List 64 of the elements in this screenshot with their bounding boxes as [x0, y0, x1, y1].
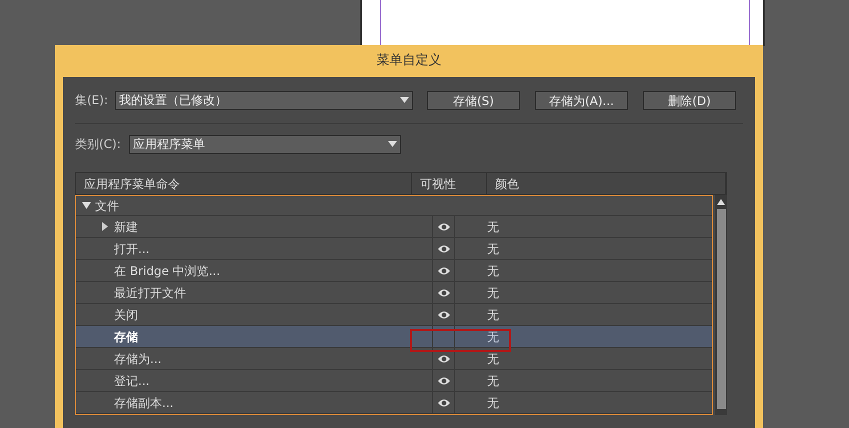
- eye-icon: [436, 222, 450, 232]
- dropdown-caret-icon: [400, 97, 409, 103]
- category-label: 类别(C):: [75, 136, 122, 153]
- menu-command-row[interactable]: 最近打开文件 无: [76, 282, 712, 304]
- visibility-cell[interactable]: [432, 370, 455, 391]
- visibility-cell[interactable]: [432, 348, 455, 369]
- visibility-cell[interactable]: [432, 282, 455, 303]
- dropdown-caret-icon: [388, 141, 397, 147]
- menu-command-row[interactable]: 登记... 无: [76, 370, 712, 392]
- visibility-cell[interactable]: [432, 216, 455, 237]
- category-dropdown[interactable]: 应用程序菜单: [129, 134, 401, 154]
- command-name: 存储副本...: [114, 394, 174, 412]
- visibility-cell[interactable]: [432, 326, 455, 347]
- command-name: 新建: [114, 218, 138, 236]
- menu-command-row[interactable]: 打开... 无: [76, 238, 712, 260]
- eye-icon: [436, 398, 450, 408]
- visibility-cell[interactable]: [432, 238, 455, 259]
- command-name: 关闭: [114, 306, 138, 324]
- column-header[interactable]: 颜色: [487, 173, 726, 194]
- eye-icon: [436, 310, 450, 320]
- color-value: 无: [487, 262, 499, 280]
- expand-arrow-icon[interactable]: [82, 202, 91, 209]
- eye-icon: [436, 266, 450, 276]
- scrollbar[interactable]: [715, 195, 727, 415]
- menu-command-row[interactable]: 存储 无: [76, 326, 712, 348]
- eye-icon: [436, 244, 450, 254]
- command-name: 存储: [114, 328, 138, 346]
- group-name: 文件: [95, 198, 119, 214]
- menu-command-row[interactable]: 存储副本... 无: [76, 392, 712, 414]
- command-name: 存储为...: [114, 350, 162, 368]
- visibility-cell[interactable]: [432, 304, 455, 325]
- scroll-up-icon[interactable]: [717, 199, 725, 205]
- color-value: 无: [487, 328, 499, 346]
- color-value: 无: [487, 306, 499, 324]
- color-value: 无: [487, 284, 499, 302]
- dialog-button[interactable]: 删除(D): [643, 90, 736, 110]
- set-label: 集(E):: [75, 92, 109, 109]
- column-header[interactable]: 可视性: [412, 173, 487, 194]
- color-value: 无: [487, 218, 499, 236]
- set-dropdown[interactable]: 我的设置（已修改）: [115, 90, 413, 110]
- color-value: 无: [487, 240, 499, 258]
- command-name: 最近打开文件: [114, 284, 186, 302]
- dialog-button[interactable]: 存储为(A)...: [535, 90, 628, 110]
- eye-icon: [436, 354, 450, 364]
- eye-icon: [436, 288, 450, 298]
- color-value: 无: [487, 394, 499, 412]
- command-name: 打开...: [114, 240, 150, 258]
- command-name: 在 Bridge 中浏览...: [114, 262, 220, 280]
- category-value: 应用程序菜单: [133, 136, 206, 153]
- menu-command-row[interactable]: 新建 无: [76, 216, 712, 238]
- set-value: 我的设置（已修改）: [119, 92, 228, 109]
- menu-command-row[interactable]: 存储为... 无: [76, 348, 712, 370]
- window-title: 菜单自定义: [376, 52, 442, 70]
- color-value: 无: [487, 372, 499, 390]
- color-value: 无: [487, 350, 499, 368]
- menu-command-row[interactable]: 在 Bridge 中浏览... 无: [76, 260, 712, 282]
- command-name: 登记...: [114, 372, 150, 390]
- dialog-button[interactable]: 存储(S): [427, 90, 520, 110]
- expand-arrow-icon[interactable]: [102, 222, 108, 231]
- column-header[interactable]: 应用程序菜单命令: [76, 173, 412, 194]
- menu-command-row[interactable]: 关闭 无: [76, 304, 712, 326]
- visibility-cell[interactable]: [432, 260, 455, 281]
- visibility-cell[interactable]: [432, 392, 455, 413]
- eye-icon: [436, 376, 450, 386]
